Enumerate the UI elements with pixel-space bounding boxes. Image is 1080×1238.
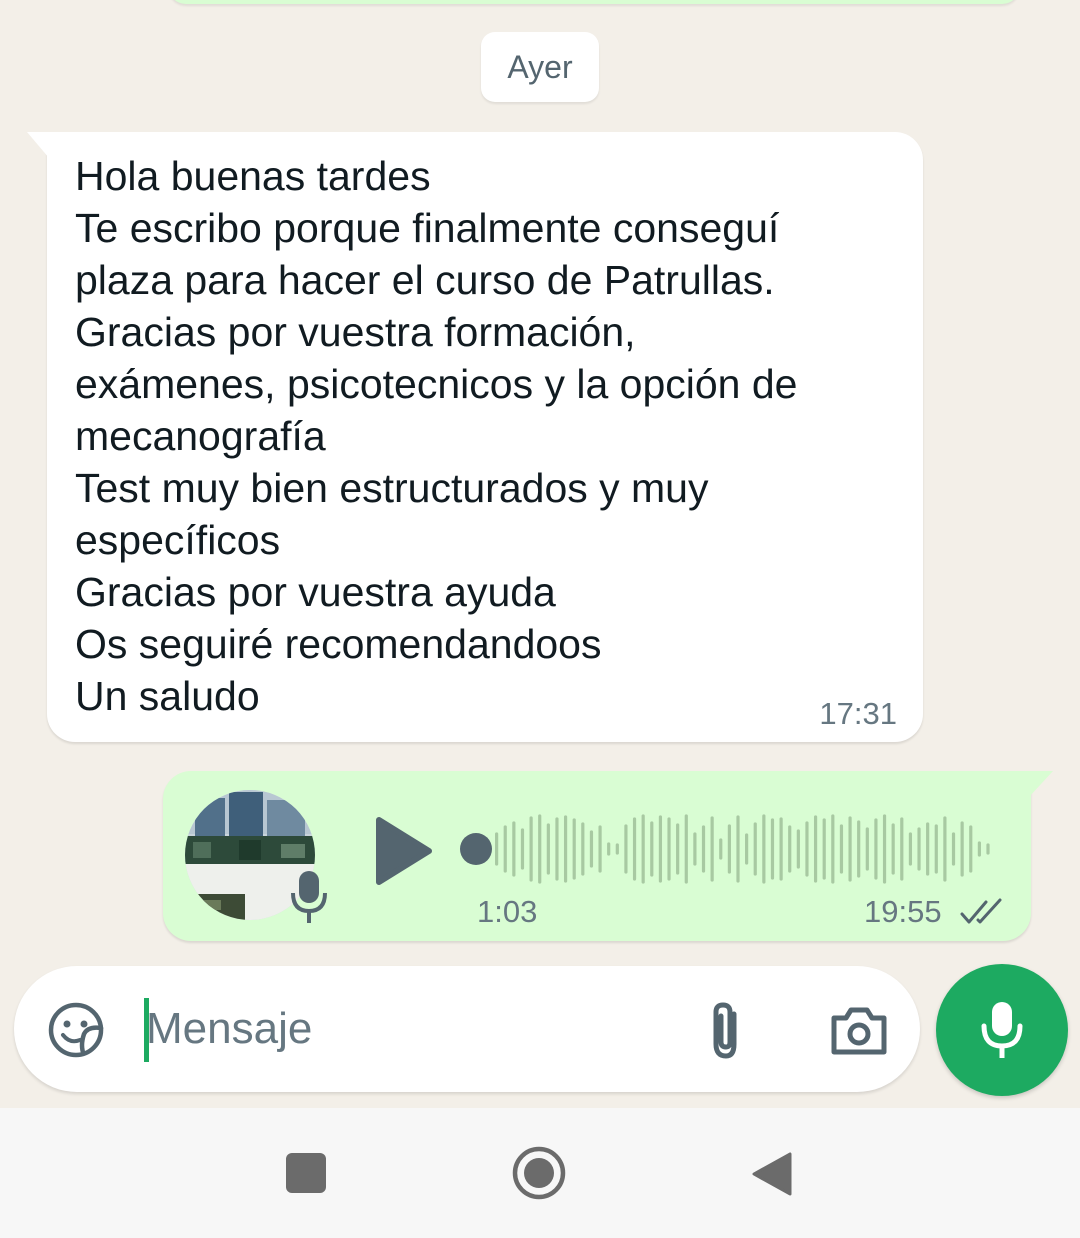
- message-text: Hola buenas tardes Te escribo porque fin…: [75, 153, 798, 719]
- double-check-icon: [960, 898, 1002, 924]
- chat-area[interactable]: Ayer Hola buenas tardes Te escribo porqu…: [0, 0, 1080, 1108]
- message-time: 19:55: [864, 894, 942, 929]
- playback-position-knob[interactable]: [460, 833, 492, 865]
- home-icon[interactable]: [512, 1146, 566, 1200]
- voice-waveform[interactable]: [458, 811, 998, 887]
- outgoing-voice-message-bubble[interactable]: 1:03 19:55: [163, 771, 1053, 941]
- bubble-tail: [27, 132, 49, 158]
- paperclip-icon[interactable]: [704, 1000, 748, 1062]
- camera-icon[interactable]: [830, 1004, 888, 1056]
- voice-duration: 1:03: [477, 894, 538, 929]
- incoming-message-bubble[interactable]: Hola buenas tardes Te escribo porque fin…: [27, 132, 923, 742]
- previous-message-bubble[interactable]: [168, 0, 1020, 4]
- bubble-tail: [1029, 771, 1053, 797]
- date-separator-label: Ayer: [507, 48, 573, 85]
- back-icon[interactable]: [750, 1150, 794, 1198]
- system-navigation-bar: [0, 1108, 1080, 1238]
- microphone-icon: [981, 1002, 1023, 1058]
- voice-record-button[interactable]: [936, 964, 1068, 1096]
- play-icon[interactable]: [373, 816, 433, 886]
- voice-note-mic-icon: [291, 871, 327, 923]
- sticker-icon[interactable]: [48, 1002, 104, 1058]
- message-input[interactable]: [144, 992, 666, 1066]
- date-separator: Ayer: [481, 32, 599, 102]
- recents-icon[interactable]: [286, 1153, 326, 1193]
- message-composer: [14, 966, 920, 1092]
- message-time: 17:31: [819, 696, 897, 731]
